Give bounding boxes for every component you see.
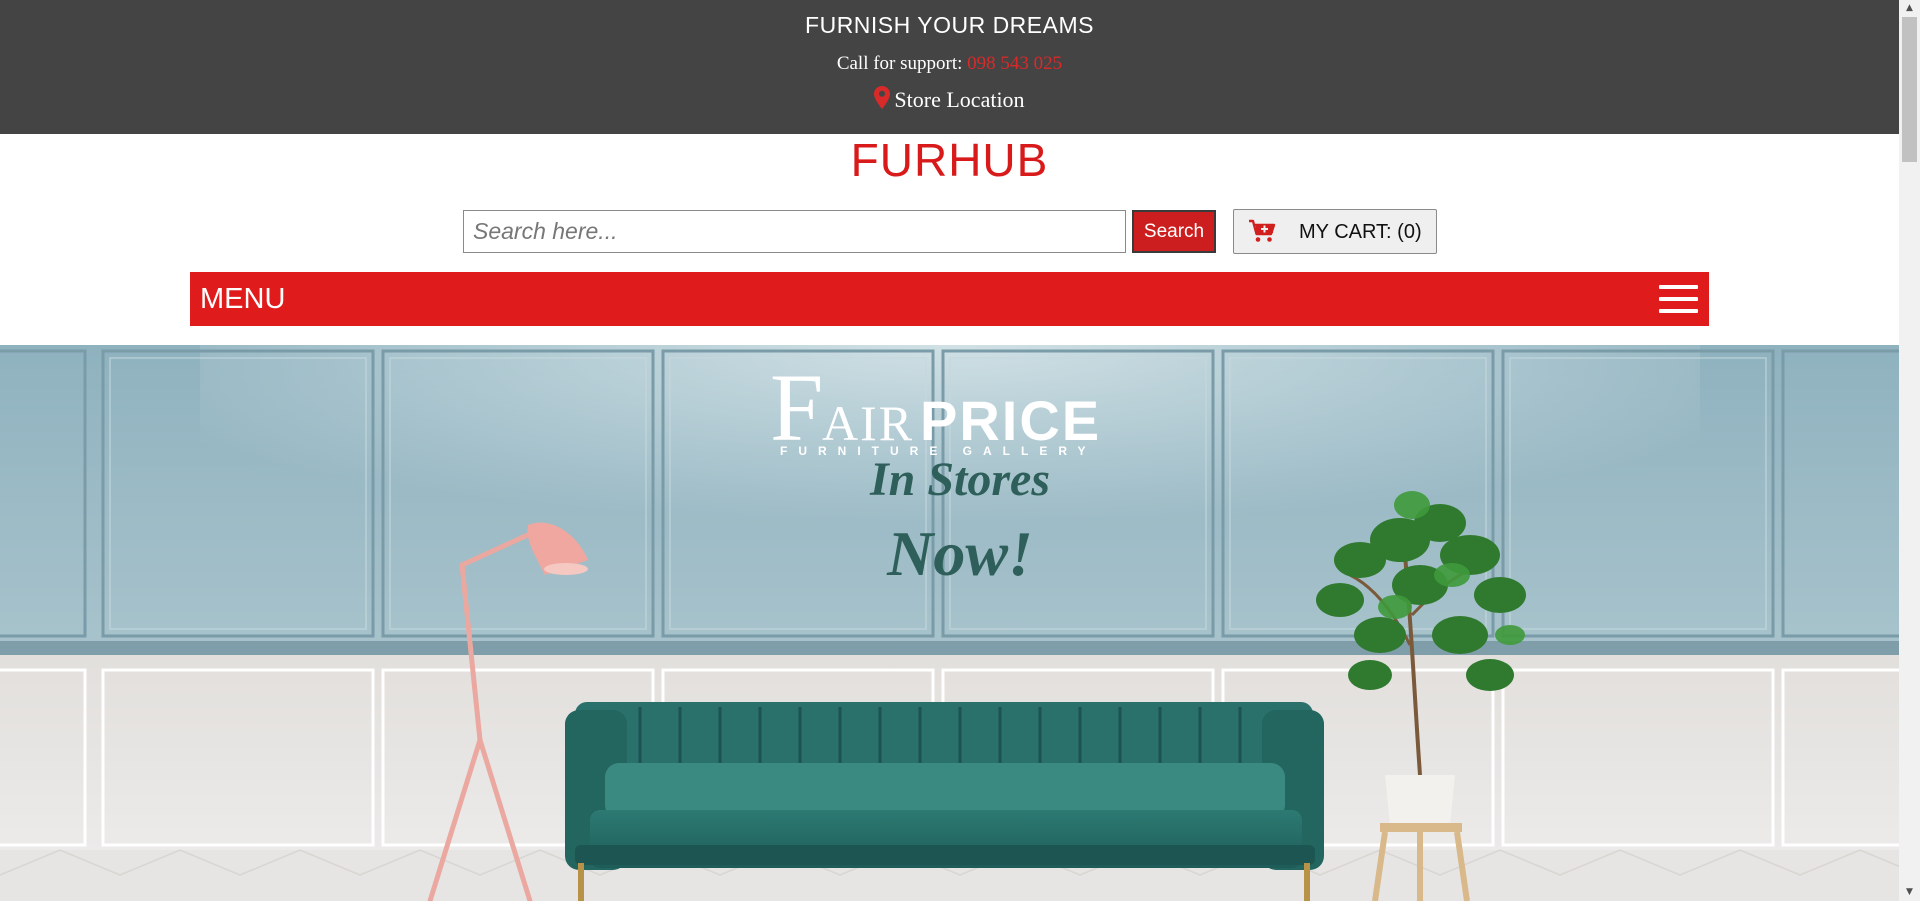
support-phone-link[interactable]: 098 543 025	[967, 53, 1062, 74]
hamburger-line	[1659, 297, 1698, 301]
svg-text:PRICE: PRICE	[920, 389, 1101, 452]
viewport: FURNISH YOUR DREAMS Call for support: 09…	[0, 0, 1899, 901]
scroll-up-arrow-icon[interactable]: ▲	[1899, 0, 1920, 17]
page: FURNISH YOUR DREAMS Call for support: 09…	[0, 0, 1920, 901]
support-line: Call for support: 098 543 025	[0, 53, 1899, 75]
site-logo[interactable]: FURHUB	[0, 133, 1899, 187]
scrollbar-thumb[interactable]	[1902, 17, 1917, 162]
hamburger-line	[1659, 285, 1698, 289]
store-location-link[interactable]: Store Location	[0, 86, 1899, 115]
banner-headline-line1: In Stores	[869, 453, 1050, 506]
support-label: Call for support:	[836, 53, 968, 74]
cart-label: MY CART: (0)	[1299, 221, 1422, 243]
hero-banner: F AIR PRICE FURNITURE GALLERY In Stores …	[0, 345, 1899, 901]
hamburger-line	[1659, 309, 1698, 313]
menu-bar: MENU	[190, 272, 1709, 326]
top-bar: FURNISH YOUR DREAMS Call for support: 09…	[0, 0, 1899, 134]
scroll-down-arrow-icon[interactable]: ▼	[1899, 884, 1920, 901]
tagline: FURNISH YOUR DREAMS	[805, 12, 1094, 38]
shopping-cart-icon	[1248, 219, 1276, 249]
page-scrollbar[interactable]: ▲ ▼	[1899, 0, 1920, 901]
hero-banner-image: F AIR PRICE FURNITURE GALLERY In Stores …	[0, 345, 1899, 901]
search-input[interactable]	[463, 210, 1126, 253]
store-location-label: Store Location	[894, 87, 1025, 112]
svg-text:AIR: AIR	[822, 395, 914, 451]
banner-headline-line2: Now!	[886, 518, 1033, 589]
menu-label: MENU	[200, 283, 286, 315]
search-button[interactable]: Search	[1132, 210, 1216, 253]
map-pin-icon	[874, 86, 891, 115]
cart-button[interactable]: MY CART: (0)	[1233, 209, 1437, 254]
hamburger-icon[interactable]	[1659, 285, 1698, 313]
